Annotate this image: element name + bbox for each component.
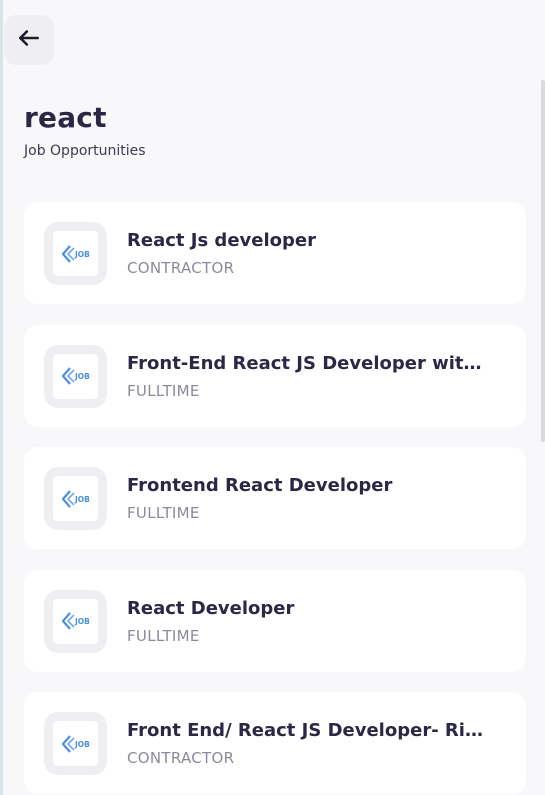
job-card[interactable]: JOB Front End/ React JS Developer- Richm… [24,692,526,794]
company-logo: JOB [44,222,107,285]
job-card[interactable]: JOB Frontend React Developer FULLTIME [24,447,526,549]
svg-text:JOB: JOB [74,740,90,749]
job-type: CONTRACTOR [127,259,235,277]
job-title: Front End/ React JS Developer- Richmond [127,720,487,741]
arrow-left-icon [16,25,42,55]
job-logo-icon: JOB [61,244,90,263]
svg-text:JOB: JOB [74,495,90,504]
scrollbar[interactable] [541,80,545,442]
job-logo-icon: JOB [61,367,90,385]
company-logo: JOB [44,344,107,408]
left-edge-divider [0,0,3,795]
job-title: React Js developer [127,230,316,251]
page-title: react [24,101,107,134]
job-card[interactable]: JOB Front-End React JS Developer with No… [24,324,526,427]
page-subtitle: Job Opportunities [24,143,146,159]
svg-text:JOB: JOB [74,617,90,626]
job-type: FULLTIME [127,626,200,645]
job-logo-icon: JOB [61,489,90,508]
job-type: FULLTIME [127,504,200,522]
job-list: JOB React Js developer CONTRACTOR JOB Fr… [24,202,526,795]
job-logo-icon: JOB [61,734,90,753]
company-logo: JOB [44,712,107,775]
job-title: React Developer [127,597,295,619]
job-card[interactable]: JOB React Js developer CONTRACTOR [24,202,526,304]
job-title: Front-End React JS Developer with Node [127,352,487,374]
svg-text:JOB: JOB [74,250,90,259]
company-logo: JOB [44,467,107,530]
company-logo: JOB [44,589,107,653]
back-button[interactable] [4,15,54,65]
job-title: Frontend React Developer [127,475,393,496]
job-card[interactable]: JOB React Developer FULLTIME [24,569,526,672]
job-type: CONTRACTOR [127,749,235,767]
svg-text:JOB: JOB [74,372,90,381]
job-type: FULLTIME [127,381,200,400]
job-logo-icon: JOB [61,612,90,630]
